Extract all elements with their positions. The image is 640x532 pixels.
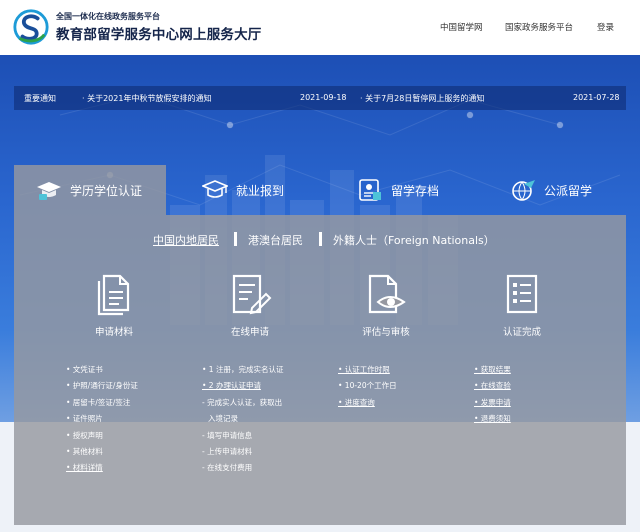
subtab-divider — [319, 232, 322, 246]
site-title: 教育部留学服务中心网上服务大厅 — [56, 27, 262, 43]
id-card-icon — [359, 179, 381, 201]
list-item: - 完成实人认证，获取出 — [202, 397, 283, 407]
nav-link-gov-platform[interactable]: 国家政务服务平台 — [505, 21, 573, 33]
site-header: 全国一体化在线政务服务平台 教育部留学服务中心网上服务大厅 中国留学网 国家政务… — [0, 0, 640, 55]
review-list: • 认证工作时限 • 10-20个工作日 • 进度查询 — [338, 362, 397, 411]
nav-link-cscse[interactable]: 中国留学网 — [440, 21, 483, 33]
subtab-divider — [234, 232, 237, 246]
academic-cap-icon — [202, 180, 228, 198]
tab-label: 就业报到 — [236, 184, 285, 198]
online-apply-list: • 1 注册，完成实名认证 • 2 办理认证申请 - 完成实人认证，获取出 入境… — [202, 362, 283, 477]
list-item[interactable]: • 2 办理认证申请 — [202, 378, 283, 394]
refund-notice-link[interactable]: • 退费须知 — [474, 411, 511, 427]
online-verify-link[interactable]: • 在线查验 — [474, 378, 511, 394]
list-item: 入境记录 — [208, 414, 238, 424]
list-item[interactable]: • 护照/通行证/身份证 — [66, 378, 138, 394]
list-item[interactable]: • 居留卡/签证/签注 — [66, 395, 138, 411]
platform-name: 全国一体化在线政务服务平台 — [56, 12, 160, 21]
list-item[interactable]: • 其他材料 — [66, 444, 138, 460]
list-item: - 在线支付费用 — [202, 463, 253, 473]
subtab-hk-macao-taiwan[interactable]: 港澳台居民 — [248, 232, 303, 248]
notice-bar: 重要通知 · 关于2021年中秋节放假安排的通知 2021-09-18 · 关于… — [14, 86, 626, 110]
tab-degree-verification[interactable]: 学历学位认证 — [14, 165, 166, 215]
list-item: • 1 注册，完成实名认证 — [202, 365, 284, 374]
graduation-cap-icon — [37, 182, 61, 200]
progress-query-link[interactable]: • 进度查询 — [338, 395, 397, 411]
subtab-mainland-residents[interactable]: 中国内地居民 — [153, 232, 219, 248]
step-title: 在线申请 — [230, 327, 269, 338]
notice-date: 2021-09-18 — [300, 93, 347, 102]
list-item: • 10-20个工作日 — [338, 381, 397, 391]
completion-list: • 获取结果 • 在线查验 • 发票申请 • 退费须知 — [474, 362, 511, 428]
materials-detail-link[interactable]: • 材料详情 — [66, 460, 138, 476]
tab-gov-sponsored[interactable]: 公派留学 — [472, 165, 626, 215]
processing-time-link[interactable]: • 认证工作时限 — [338, 362, 397, 378]
list-item[interactable]: • 证件照片 — [66, 411, 138, 427]
invoice-request-link[interactable]: • 发票申请 — [474, 395, 511, 411]
step-title: 评估与审核 — [362, 327, 410, 338]
checklist-icon — [506, 274, 538, 314]
tab-employment-report[interactable]: 就业报到 — [166, 165, 319, 215]
login-link[interactable]: 登录 — [597, 21, 614, 33]
documents-icon — [97, 274, 130, 316]
notice-date: 2021-07-28 — [573, 93, 620, 102]
tab-label: 学历学位认证 — [70, 184, 143, 198]
step-title: 认证完成 — [502, 327, 541, 338]
edit-form-icon — [232, 274, 272, 315]
materials-list: • 文凭证书 • 护照/通行证/身份证 • 居留卡/签证/签注 • 证件照片 •… — [66, 362, 138, 477]
airplane-globe-icon — [512, 180, 535, 201]
list-item[interactable]: • 文凭证书 — [66, 362, 138, 378]
list-item: - 填写申请信息 — [202, 430, 253, 440]
notice-link[interactable]: · 关于2021年中秋节放假安排的通知 — [82, 93, 211, 104]
tab-label: 公派留学 — [544, 184, 593, 198]
get-result-link[interactable]: • 获取结果 — [474, 362, 511, 378]
subtab-foreign-nationals[interactable]: 外籍人士（Foreign Nationals） — [333, 232, 495, 248]
tab-archive[interactable]: 留学存档 — [319, 165, 472, 215]
notice-label: 重要通知 — [24, 94, 56, 103]
list-item: - 上传申请材料 — [202, 446, 253, 456]
file-review-icon — [368, 274, 406, 314]
tab-label: 留学存档 — [391, 184, 440, 198]
notice-link[interactable]: · 关于7月28日暂停网上服务的通知 — [360, 93, 484, 104]
step-title: 申请材料 — [94, 327, 133, 338]
list-item[interactable]: • 授权声明 — [66, 428, 138, 444]
site-logo[interactable] — [12, 8, 50, 46]
